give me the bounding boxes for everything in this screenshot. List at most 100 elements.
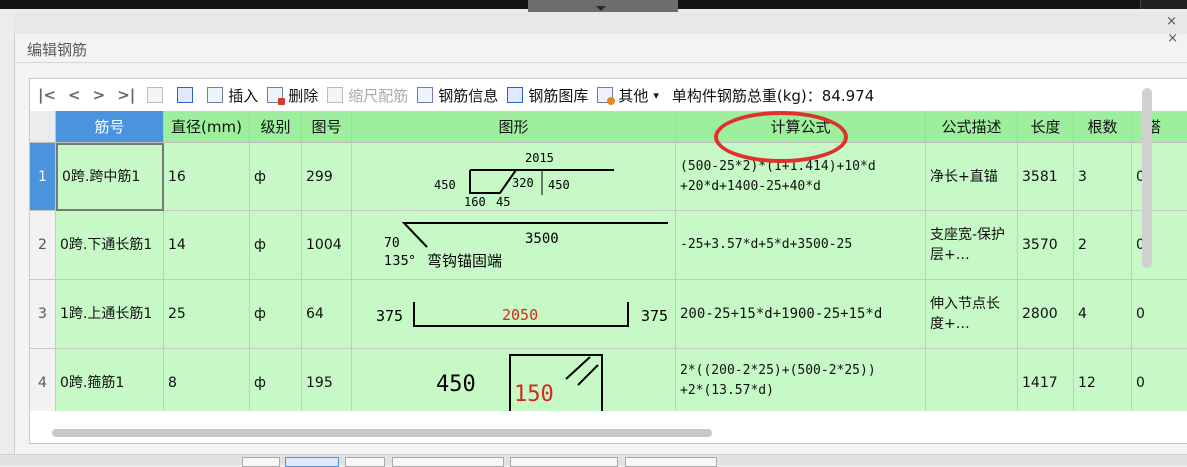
other-menu-button[interactable]: 其他 ▾	[597, 85, 659, 106]
count-cell[interactable]: 4	[1074, 280, 1132, 349]
edit-rebar-panel: 编辑钢筋 × |< < > >| 插入 删除 缩尺配筋 钢筋信息 钢筋图库 其他…	[14, 31, 1187, 454]
count-cell[interactable]: 2	[1074, 211, 1132, 280]
divider	[15, 62, 1187, 63]
count-cell[interactable]: 12	[1074, 349, 1132, 411]
next-button[interactable]: >	[93, 86, 106, 104]
library-icon	[507, 87, 524, 103]
shape-cell[interactable]: 70 3500 135° 弯钩锚固端	[352, 211, 676, 280]
rebar-library-button[interactable]: 钢筋图库	[507, 85, 588, 106]
figure-no-cell[interactable]: 64	[302, 280, 352, 349]
formula-desc-cell[interactable]: 净长+直锚	[926, 143, 1018, 211]
formula-line: +20*d+1400-25+40*d	[680, 178, 821, 194]
panel-close-icon[interactable]: ×	[1167, 31, 1178, 46]
move-up-button[interactable]	[147, 87, 168, 103]
formula-cell[interactable]: -25+3.57*d+5*d+3500-25	[676, 211, 926, 280]
length-cell[interactable]: 3581	[1018, 143, 1074, 211]
lap-cell[interactable]: 0	[1132, 211, 1187, 280]
column-header-shape[interactable]: 图形	[352, 111, 676, 143]
lap-cell[interactable]: 0	[1132, 349, 1187, 411]
bar-no-cell[interactable]: 0跨.下通长筋1	[56, 211, 164, 280]
dim-angle: 135°	[384, 254, 415, 269]
dim-top: 2015	[525, 151, 554, 165]
bottom-tab[interactable]	[625, 457, 717, 467]
formula-cell[interactable]: 2*((200-2*25)+(500-2*25)) +2*(13.57*d)	[676, 349, 926, 411]
table-row[interactable]: 3 1跨.上通长筋1 25 ф 64 375 2050 375 200-25+1…	[30, 280, 1187, 349]
window-control[interactable]	[1140, 0, 1187, 9]
diameter-cell[interactable]: 8	[164, 349, 250, 411]
formula-line: 2*((200-2*25)+(500-2*25))	[680, 363, 876, 378]
figure-no-cell[interactable]: 195	[302, 349, 352, 411]
length-cell[interactable]: 2800	[1018, 280, 1074, 349]
shape-cell[interactable]: 2015 450 320 450 160 45	[352, 143, 676, 211]
total-weight-label: 单构件钢筋总重(kg)：84.974	[671, 86, 875, 105]
diameter-cell[interactable]: 14	[164, 211, 250, 280]
table-row[interactable]: 1 0跨.跨中筋1 16 ф 299 2015 450 320 450 160	[30, 143, 1187, 211]
formula-desc-cell[interactable]	[926, 349, 1018, 411]
column-header-length[interactable]: 长度	[1018, 111, 1074, 143]
dim-right: 375	[641, 307, 668, 325]
scale-label: 缩尺配筋	[348, 86, 409, 105]
delete-button[interactable]: 删除	[267, 85, 318, 106]
column-header-figure-no[interactable]: 图号	[302, 111, 352, 143]
rebar-table: 筋号 直径(mm) 级别 图号 图形 计算公式 公式描述 长度 根数 搭 1 0…	[30, 111, 1187, 411]
diameter-cell[interactable]: 16	[164, 143, 250, 211]
length-cell[interactable]: 1417	[1018, 349, 1074, 411]
rebar-info-button[interactable]: 钢筋信息	[417, 85, 498, 106]
horizontal-scrollbar[interactable]	[52, 429, 712, 437]
bottom-tab[interactable]	[392, 457, 504, 467]
grade-cell[interactable]: ф	[250, 280, 302, 349]
formula-cell[interactable]: (500-25*2)*(1+1.414)+10*d +20*d+1400-25+…	[676, 143, 926, 211]
bar-no-cell[interactable]: 0跨.箍筋1	[56, 349, 164, 411]
bottom-tab[interactable]	[242, 457, 280, 467]
prev-button[interactable]: <	[68, 86, 81, 104]
column-header-formula[interactable]: 计算公式	[676, 111, 926, 143]
table-row[interactable]: 4 0跨.箍筋1 8 ф 195 450 150 2*((200-2*25)+(…	[30, 349, 1187, 411]
window-title-bar: ×	[14, 12, 1187, 35]
row-number-header	[30, 111, 56, 143]
dim-mid: 2050	[502, 306, 538, 324]
grade-cell[interactable]: ф	[250, 143, 302, 211]
diameter-cell[interactable]: 25	[164, 280, 250, 349]
row-number: 3	[30, 280, 56, 349]
insert-button[interactable]: 插入	[207, 85, 258, 106]
bottom-tab[interactable]	[285, 457, 339, 467]
shape-cell[interactable]: 450 150	[352, 349, 676, 411]
rebar-shape-drawing: 70 3500 135° 弯钩锚固端	[384, 222, 668, 270]
grade-cell[interactable]: ф	[250, 211, 302, 280]
formula-desc-cell[interactable]: 支座宽-保护层+…	[926, 211, 1018, 280]
row-number: 1	[30, 143, 56, 211]
bottom-tab[interactable]	[345, 457, 385, 467]
rebar-editor: |< < > >| 插入 删除 缩尺配筋 钢筋信息 钢筋图库 其他 ▾ 单构件钢筋…	[29, 78, 1187, 444]
column-header-diameter[interactable]: 直径(mm)	[164, 111, 250, 143]
column-header-count[interactable]: 根数	[1074, 111, 1132, 143]
lap-cell[interactable]: 0	[1132, 143, 1187, 211]
shape-cell[interactable]: 375 2050 375	[352, 280, 676, 349]
bar-no-cell[interactable]: 1跨.上通长筋1	[56, 280, 164, 349]
formula-cell[interactable]: 200-25+15*d+1900-25+15*d	[676, 280, 926, 349]
first-button[interactable]: |<	[38, 86, 56, 104]
figure-no-cell[interactable]: 1004	[302, 211, 352, 280]
bar-no-cell[interactable]: 0跨.跨中筋1	[56, 143, 164, 211]
grade-cell[interactable]: ф	[250, 349, 302, 411]
column-header-formula-desc[interactable]: 公式描述	[926, 111, 1018, 143]
figure-no-cell[interactable]: 299	[302, 143, 352, 211]
length-cell[interactable]: 3570	[1018, 211, 1074, 280]
dim-b1: 160	[464, 195, 486, 209]
count-cell[interactable]: 3	[1074, 143, 1132, 211]
move-down-button[interactable]	[177, 87, 198, 103]
table-row[interactable]: 2 0跨.下通长筋1 14 ф 1004 70 3500 135° 弯钩锚固端 …	[30, 211, 1187, 280]
formula-desc-cell[interactable]: 伸入节点长度+…	[926, 280, 1018, 349]
arrow-up-icon	[147, 87, 164, 103]
scale-rebar-button[interactable]: 缩尺配筋	[327, 85, 408, 106]
column-header-lap[interactable]: 搭	[1132, 111, 1187, 143]
column-header-bar-no[interactable]: 筋号	[56, 111, 164, 143]
bottom-tab[interactable]	[510, 457, 618, 467]
formula-line: +2*(13.57*d)	[680, 383, 774, 398]
vertical-scrollbar[interactable]	[1142, 88, 1152, 268]
column-header-grade[interactable]: 级别	[250, 111, 302, 143]
dim-left: 375	[376, 307, 403, 325]
lap-cell[interactable]: 0	[1132, 280, 1187, 349]
dim-width: 150	[514, 382, 554, 407]
last-button[interactable]: >|	[117, 86, 135, 104]
close-icon[interactable]: ×	[1166, 14, 1177, 29]
